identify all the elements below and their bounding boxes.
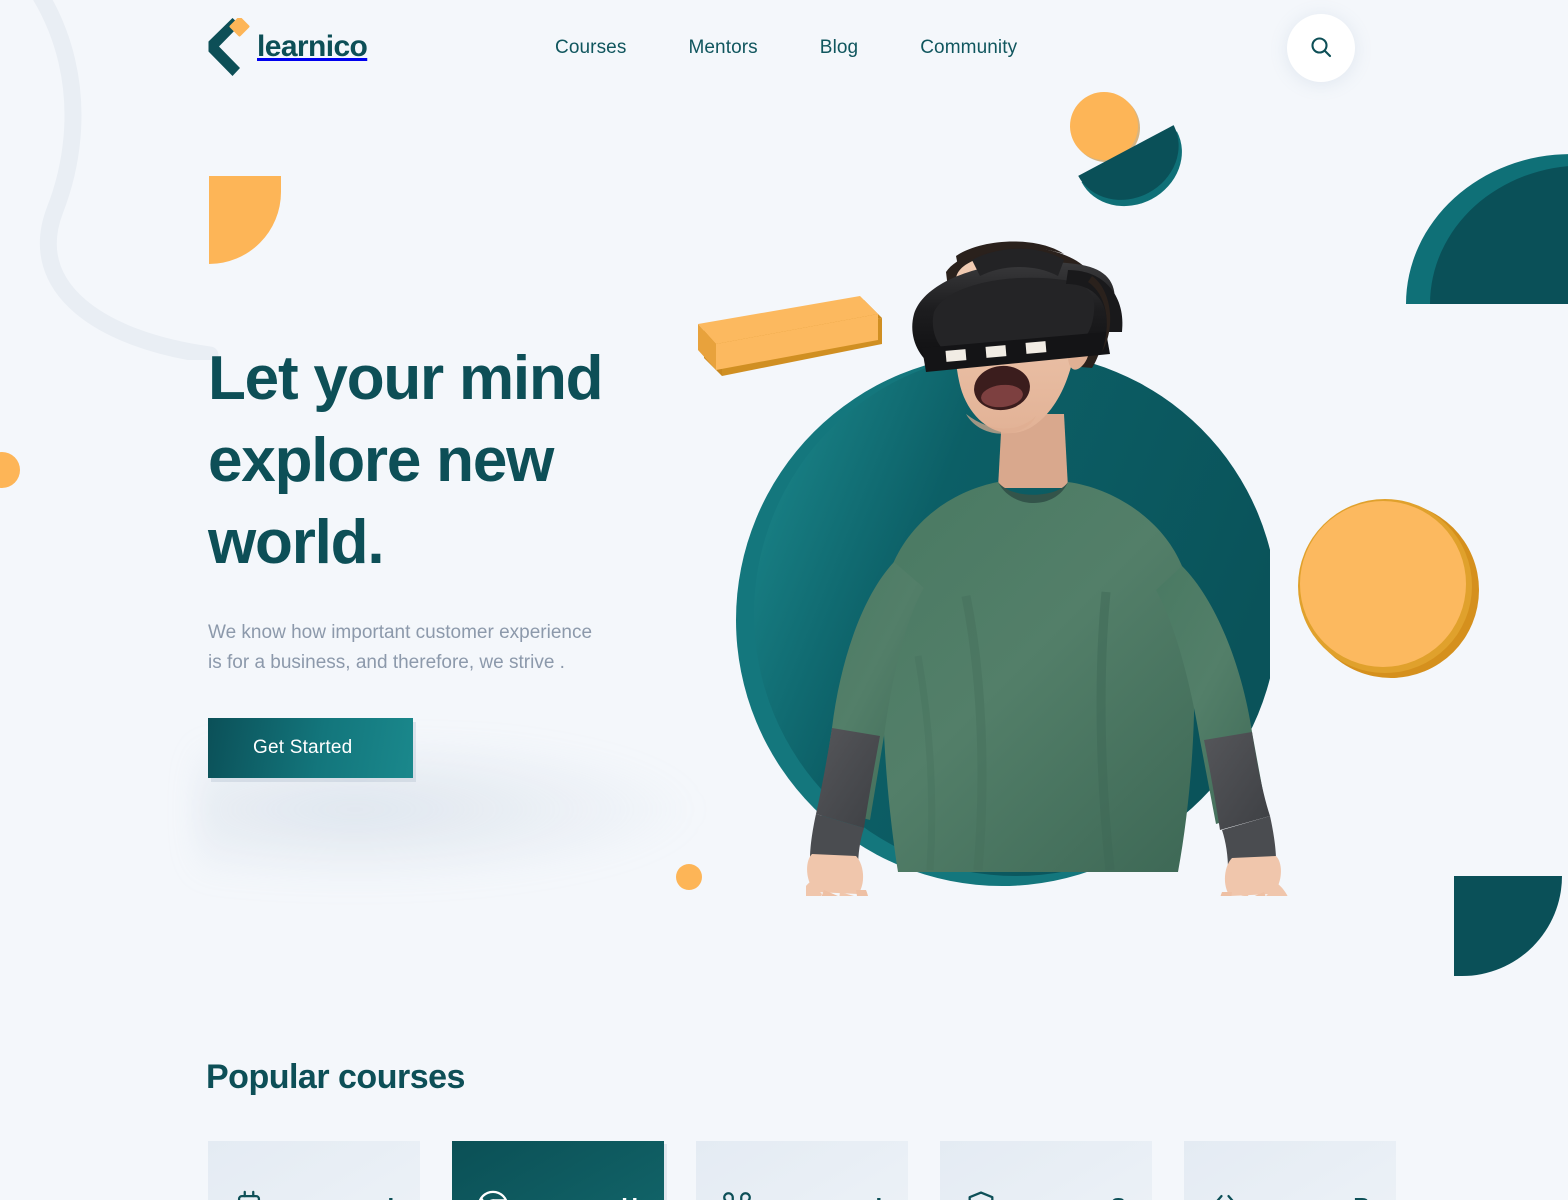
orange-dot-mid-shape [676, 864, 702, 890]
hero-title-line-1: Let your mind [208, 344, 604, 413]
orange-dot-left-shape [0, 452, 20, 488]
popular-courses-heading: Popular courses [206, 1058, 465, 1096]
hero-title-line-2: explore new [208, 426, 554, 495]
chrome-icon [476, 1189, 510, 1200]
get-started-button[interactable]: Get Started [208, 718, 413, 778]
hero-title-line-3: world. [208, 508, 385, 577]
search-button[interactable] [1287, 14, 1355, 82]
landing-page: learnico Courses Mentors Blog Community … [0, 0, 1568, 1200]
nav-item-courses[interactable]: Courses [555, 37, 626, 59]
code-brackets-icon [1208, 1189, 1242, 1200]
nav-item-community[interactable]: Community [920, 37, 1017, 59]
nav-item-blog[interactable]: Blog [820, 37, 858, 59]
hero-section: Let your mind explore new world. We know… [208, 338, 678, 778]
site-header: learnico Courses Mentors Blog Community [0, 0, 1568, 96]
chevron-left-logo-icon [205, 16, 251, 76]
shield-icon [964, 1189, 998, 1200]
orange-circle-top-shape [1070, 92, 1138, 160]
teal-half-disc-top-shape [1078, 125, 1182, 207]
main-navigation: Courses Mentors Blog Community [555, 0, 1017, 96]
course-card-5-letter: B [1353, 1193, 1370, 1200]
brand-logo[interactable]: learnico [205, 16, 368, 76]
orange-quarter-circle-shape [209, 176, 281, 264]
teal-half-disc-right-shape [1406, 154, 1568, 304]
popular-courses-list: I H I [208, 1141, 1552, 1200]
cpu-chip-icon [232, 1189, 266, 1200]
course-card-2[interactable]: H [452, 1141, 664, 1200]
course-card-4-letter: S [1111, 1193, 1126, 1200]
command-icon [720, 1189, 754, 1200]
course-card-3-letter: I [876, 1193, 882, 1200]
hero-subtitle-line-2: is for a business, and therefore, we str… [208, 652, 565, 673]
hero-title: Let your mind explore new world. [208, 338, 678, 584]
teal-quarter-circle-shape [1454, 876, 1562, 976]
hero-vr-person-image [806, 241, 1288, 896]
hero-subtitle: We know how important customer experienc… [208, 618, 668, 678]
course-card-5[interactable]: B [1184, 1141, 1396, 1200]
course-card-3[interactable]: I [696, 1141, 908, 1200]
search-icon [1309, 35, 1333, 62]
nav-item-mentors[interactable]: Mentors [688, 37, 757, 59]
course-card-2-letter: H [621, 1193, 638, 1200]
course-card-4[interactable]: S [940, 1141, 1152, 1200]
course-card-1[interactable]: I [208, 1141, 420, 1200]
hero-subtitle-line-1: We know how important customer experienc… [208, 622, 593, 643]
course-card-1-letter: I [388, 1193, 394, 1200]
brand-name: learnico [257, 30, 368, 63]
